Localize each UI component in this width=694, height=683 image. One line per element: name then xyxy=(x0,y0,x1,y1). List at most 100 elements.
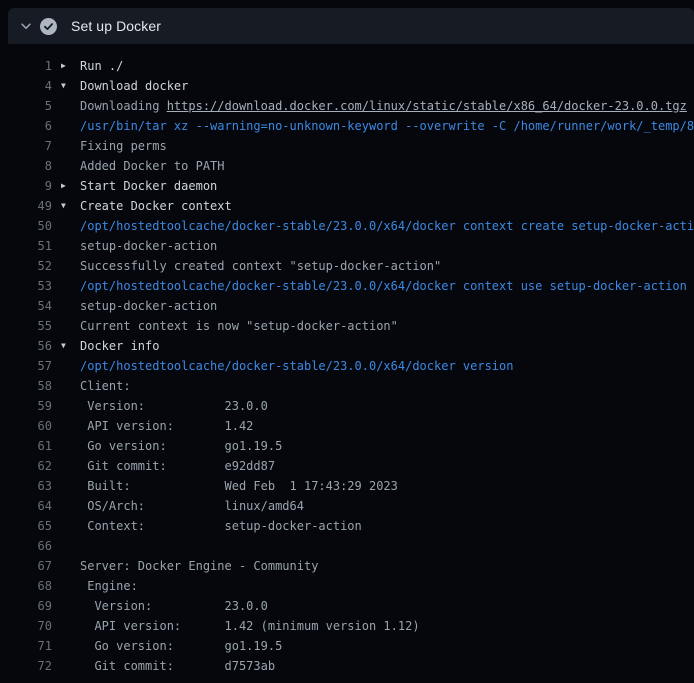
log-line: 53/opt/hostedtoolcache/docker-stable/23.… xyxy=(0,276,694,296)
log-text: Version: 23.0.0 xyxy=(80,596,268,616)
step-header[interactable]: Set up Docker xyxy=(8,8,694,44)
line-number[interactable]: 51 xyxy=(0,236,52,256)
log-line: 55Current context is now "setup-docker-a… xyxy=(0,316,694,336)
expander-spacer xyxy=(52,416,80,436)
log-text: Go version: go1.19.5 xyxy=(80,436,282,456)
line-number[interactable]: 53 xyxy=(0,276,52,296)
group-title: Docker info xyxy=(80,336,159,356)
chevron-down-icon[interactable] xyxy=(15,15,37,37)
line-number[interactable]: 5 xyxy=(0,96,52,116)
check-circle-icon xyxy=(40,18,57,35)
log-command-text: /opt/hostedtoolcache/docker-stable/23.0.… xyxy=(80,216,694,236)
group-collapsed-triangle-icon[interactable]: ▶ xyxy=(52,176,80,196)
expander-spacer xyxy=(52,656,80,676)
line-number[interactable]: 70 xyxy=(0,616,52,636)
line-number[interactable]: 63 xyxy=(0,476,52,496)
group-collapsed-triangle-icon[interactable]: ▶ xyxy=(52,56,80,76)
line-number[interactable]: 62 xyxy=(0,456,52,476)
line-number[interactable]: 54 xyxy=(0,296,52,316)
log-line: 63 Built: Wed Feb 1 17:43:29 2023 xyxy=(0,476,694,496)
line-number[interactable]: 72 xyxy=(0,656,52,676)
line-number[interactable]: 65 xyxy=(0,516,52,536)
line-number[interactable]: 68 xyxy=(0,576,52,596)
log-line: 62 Git commit: e92dd87 xyxy=(0,456,694,476)
group-title: Download docker xyxy=(80,76,188,96)
log-text: Context: setup-docker-action xyxy=(80,516,362,536)
log-line: 5Downloading https://download.docker.com… xyxy=(0,96,694,116)
line-number[interactable]: 9 xyxy=(0,176,52,196)
log-line: 72 Git commit: d7573ab xyxy=(0,656,694,676)
line-number[interactable]: 71 xyxy=(0,636,52,656)
log-command-text: /opt/hostedtoolcache/docker-stable/23.0.… xyxy=(80,276,687,296)
expander-spacer xyxy=(52,436,80,456)
expander-spacer xyxy=(52,616,80,636)
log-text: Added Docker to PATH xyxy=(80,156,225,176)
log-line: 57/opt/hostedtoolcache/docker-stable/23.… xyxy=(0,356,694,376)
group-expanded-triangle-icon[interactable]: ▼ xyxy=(52,336,80,356)
line-number[interactable]: 56 xyxy=(0,336,52,356)
expander-spacer xyxy=(52,596,80,616)
line-number[interactable]: 1 xyxy=(0,56,52,76)
log-text: setup-docker-action xyxy=(80,236,217,256)
log-line: 69 Version: 23.0.0 xyxy=(0,596,694,616)
line-number[interactable]: 67 xyxy=(0,556,52,576)
line-number[interactable]: 50 xyxy=(0,216,52,236)
log-command-text: /usr/bin/tar xz --warning=no-unknown-key… xyxy=(80,116,694,136)
log-text: setup-docker-action xyxy=(80,296,217,316)
line-number[interactable]: 69 xyxy=(0,596,52,616)
log-text: Built: Wed Feb 1 17:43:29 2023 xyxy=(80,476,398,496)
step-title: Set up Docker xyxy=(71,18,161,34)
log-text: Go version: go1.19.5 xyxy=(80,636,282,656)
log-text: Server: Docker Engine - Community xyxy=(80,556,318,576)
log-line: 4▼Download docker xyxy=(0,76,694,96)
line-number[interactable]: 58 xyxy=(0,376,52,396)
group-expanded-triangle-icon[interactable]: ▼ xyxy=(52,76,80,96)
expander-spacer xyxy=(52,316,80,336)
line-number[interactable]: 8 xyxy=(0,156,52,176)
line-number[interactable]: 52 xyxy=(0,256,52,276)
log-line: 49▼Create Docker context xyxy=(0,196,694,216)
line-number[interactable]: 64 xyxy=(0,496,52,516)
log-line: 61 Go version: go1.19.5 xyxy=(0,436,694,456)
log-command-text: /opt/hostedtoolcache/docker-stable/23.0.… xyxy=(80,356,513,376)
log-line: 50/opt/hostedtoolcache/docker-stable/23.… xyxy=(0,216,694,236)
line-number[interactable]: 66 xyxy=(0,536,52,556)
log-text: Client: xyxy=(80,376,131,396)
expander-spacer xyxy=(52,276,80,296)
log-text: Engine: xyxy=(80,576,138,596)
expander-spacer xyxy=(52,576,80,596)
expander-spacer xyxy=(52,636,80,656)
log-url-link[interactable]: https://download.docker.com/linux/static… xyxy=(167,99,687,113)
line-number[interactable]: 59 xyxy=(0,396,52,416)
group-expanded-triangle-icon[interactable]: ▼ xyxy=(52,196,80,216)
line-number[interactable]: 61 xyxy=(0,436,52,456)
expander-spacer xyxy=(52,556,80,576)
log-line: 65 Context: setup-docker-action xyxy=(0,516,694,536)
line-number[interactable]: 60 xyxy=(0,416,52,436)
log-line: 66 xyxy=(0,536,694,556)
expander-spacer xyxy=(52,156,80,176)
log-text: Version: 23.0.0 xyxy=(80,396,268,416)
expander-spacer xyxy=(52,116,80,136)
log-line: 67 Server: Docker Engine - Community xyxy=(0,556,694,576)
log-line: 6/usr/bin/tar xz --warning=no-unknown-ke… xyxy=(0,116,694,136)
log-text: Fixing perms xyxy=(80,136,167,156)
log-line: 51 setup-docker-action xyxy=(0,236,694,256)
group-title: Start Docker daemon xyxy=(80,176,217,196)
expander-spacer xyxy=(52,256,80,276)
line-number[interactable]: 57 xyxy=(0,356,52,376)
log-line: 7 Fixing perms xyxy=(0,136,694,156)
expander-spacer xyxy=(52,296,80,316)
expander-spacer xyxy=(52,136,80,156)
group-title: Run ./ xyxy=(80,56,123,76)
line-number[interactable]: 49 xyxy=(0,196,52,216)
log-line: 52Successfully created context "setup-do… xyxy=(0,256,694,276)
line-number[interactable]: 6 xyxy=(0,116,52,136)
log-text: Git commit: e92dd87 xyxy=(80,456,275,476)
line-number[interactable]: 4 xyxy=(0,76,52,96)
group-title: Create Docker context xyxy=(80,196,232,216)
line-number[interactable]: 7 xyxy=(0,136,52,156)
line-number[interactable]: 55 xyxy=(0,316,52,336)
log-line: 70 API version: 1.42 (minimum version 1.… xyxy=(0,616,694,636)
log-line: 9▶Start Docker daemon xyxy=(0,176,694,196)
